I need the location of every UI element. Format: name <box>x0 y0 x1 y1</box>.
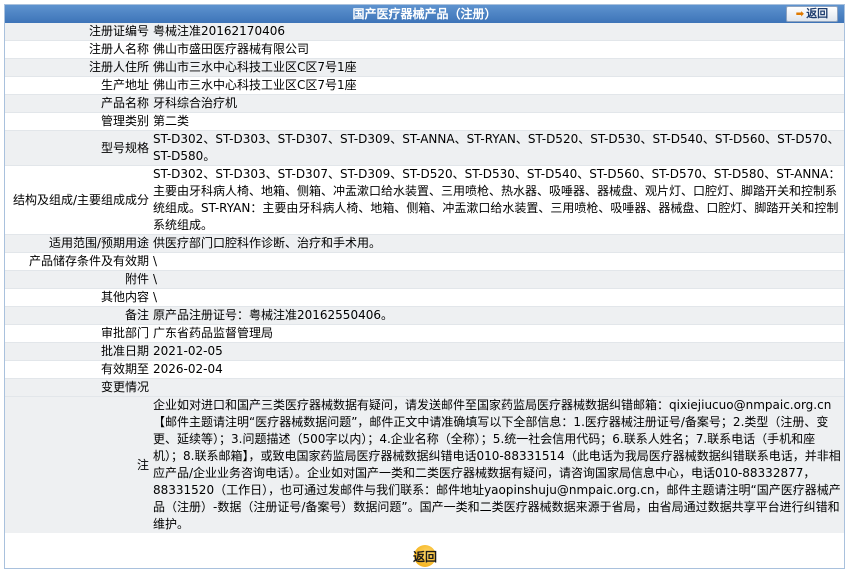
note-label: 注 <box>5 396 151 533</box>
page-title: 国产医疗器械产品（注册） <box>352 7 497 21</box>
field-value: 2026-02-04 <box>151 360 844 379</box>
field-label: 注册人名称 <box>5 40 151 59</box>
table-row: 结构及组成/主要组成成分 ST-D302、ST-D303、ST-D307、ST-D… <box>5 165 844 235</box>
table-row: 有效期至 2026-02-04 <box>5 360 844 379</box>
field-value: 佛山市三水中心科技工业区C区7号1座 <box>151 58 844 77</box>
field-value: \ <box>151 288 844 307</box>
field-label: 审批部门 <box>5 324 151 343</box>
note-text: 企业如对进口和国产三类医疗器械数据有疑问，请发送邮件至国家药监局医疗器械数据纠错… <box>151 396 844 533</box>
table-row: 变更情况 <box>5 378 844 397</box>
back-button-bottom[interactable]: 返回 <box>400 545 450 567</box>
table-row: 注册人住所 佛山市三水中心科技工业区C区7号1座 <box>5 58 844 77</box>
field-value: \ <box>151 252 844 271</box>
field-label: 管理类别 <box>5 112 151 131</box>
field-value: 2021-02-05 <box>151 342 844 361</box>
table-row: 产品名称 牙科综合治疗机 <box>5 94 844 113</box>
field-value: 原产品注册证号：粤械注准20162550406。 <box>151 306 844 325</box>
table-row: 其他内容 \ <box>5 288 844 307</box>
field-label: 产品名称 <box>5 94 151 113</box>
field-value: 供医疗部门口腔科作诊断、治疗和手术用。 <box>151 234 844 253</box>
back-button-top[interactable]: ➡ 返回 <box>786 6 838 22</box>
field-label: 产品储存条件及有效期 <box>5 252 151 271</box>
field-label: 备注 <box>5 306 151 325</box>
info-table: 注册证编号 粤械注准20162170406 注册人名称 佛山市盛田医疗器械有限公司 注册… <box>5 23 844 533</box>
field-value: ST-D302、ST-D303、ST-D307、ST-D309、ST-ANNA、… <box>151 130 844 166</box>
field-value: ST-D302、ST-D303、ST-D307、ST-D309、ST-D520、… <box>151 165 844 235</box>
field-label: 其他内容 <box>5 288 151 307</box>
field-value <box>151 378 844 397</box>
table-row: 生产地址 佛山市三水中心科技工业区C区7号1座 <box>5 76 844 95</box>
field-label: 结构及组成/主要组成成分 <box>5 165 151 235</box>
field-value: \ <box>151 270 844 289</box>
field-value: 第二类 <box>151 112 844 131</box>
detail-panel: 国产医疗器械产品（注册） ➡ 返回 注册证编号 粤械注准20162170406 注册人… <box>4 4 845 569</box>
field-label: 生产地址 <box>5 76 151 95</box>
field-label: 变更情况 <box>5 378 151 397</box>
field-label: 有效期至 <box>5 360 151 379</box>
field-value: 牙科综合治疗机 <box>151 94 844 113</box>
field-label: 型号规格 <box>5 130 151 166</box>
table-row: 产品储存条件及有效期 \ <box>5 252 844 271</box>
table-row: 型号规格 ST-D302、ST-D303、ST-D307、ST-D309、ST-A… <box>5 130 844 166</box>
table-row: 注册人名称 佛山市盛田医疗器械有限公司 <box>5 40 844 59</box>
field-label: 适用范围/预期用途 <box>5 234 151 253</box>
footer: 返回 <box>0 545 850 569</box>
table-row: 注册证编号 粤械注准20162170406 <box>5 23 844 41</box>
arrow-right-icon: ➡ <box>795 9 805 20</box>
field-value: 佛山市盛田医疗器械有限公司 <box>151 40 844 59</box>
field-label: 附件 <box>5 270 151 289</box>
table-row: 备注 原产品注册证号：粤械注准20162550406。 <box>5 306 844 325</box>
table-row: 适用范围/预期用途 供医疗部门口腔科作诊断、治疗和手术用。 <box>5 234 844 253</box>
field-label: 注册人住所 <box>5 58 151 77</box>
field-value: 佛山市三水中心科技工业区C区7号1座 <box>151 76 844 95</box>
table-row: 审批部门 广东省药品监督管理局 <box>5 324 844 343</box>
back-button-top-label: 返回 <box>806 7 829 20</box>
field-value: 广东省药品监督管理局 <box>151 324 844 343</box>
field-label: 注册证编号 <box>5 23 151 41</box>
note-row: 注企业如对进口和国产三类医疗器械数据有疑问，请发送邮件至国家药监局医疗器械数据纠… <box>5 396 844 533</box>
field-value: 粤械注准20162170406 <box>151 23 844 41</box>
table-row: 管理类别 第二类 <box>5 112 844 131</box>
table-row: 批准日期 2021-02-05 <box>5 342 844 361</box>
table-row: 附件 \ <box>5 270 844 289</box>
title-bar: 国产医疗器械产品（注册） ➡ 返回 <box>5 5 844 23</box>
field-label: 批准日期 <box>5 342 151 361</box>
back-button-bottom-label: 返回 <box>412 550 437 564</box>
